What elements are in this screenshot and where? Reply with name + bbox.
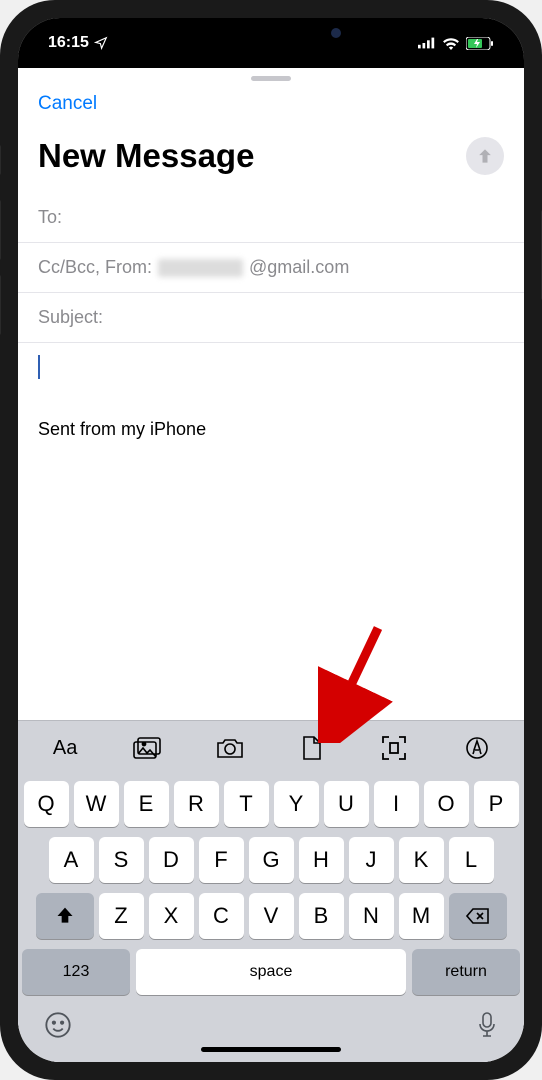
markup-button[interactable] [457, 733, 497, 763]
numbers-key[interactable]: 123 [22, 949, 130, 995]
key-m[interactable]: M [399, 893, 444, 939]
key-w[interactable]: W [74, 781, 119, 827]
cancel-button[interactable]: Cancel [38, 93, 97, 114]
status-bar: 16:15 [18, 18, 524, 68]
key-y[interactable]: Y [274, 781, 319, 827]
key-a[interactable]: A [49, 837, 94, 883]
key-g[interactable]: G [249, 837, 294, 883]
keyboard-row-3: ZXCVBNM [22, 893, 520, 939]
home-indicator[interactable] [201, 1047, 341, 1052]
key-p[interactable]: P [474, 781, 519, 827]
attach-document-button[interactable] [292, 733, 332, 763]
key-d[interactable]: D [149, 837, 194, 883]
cc-from-label: Cc/Bcc, From: [38, 257, 152, 278]
sheet-grabber[interactable] [251, 76, 291, 81]
emoji-button[interactable] [44, 1011, 72, 1039]
battery-charging-icon [466, 37, 494, 50]
location-arrow-icon [94, 36, 108, 50]
key-o[interactable]: O [424, 781, 469, 827]
text-cursor [38, 355, 40, 379]
subject-label: Subject: [38, 307, 103, 328]
key-t[interactable]: T [224, 781, 269, 827]
arrow-up-icon [475, 146, 495, 166]
text-format-button[interactable]: Aa [45, 733, 85, 763]
key-u[interactable]: U [324, 781, 369, 827]
from-redacted [158, 259, 243, 277]
key-e[interactable]: E [124, 781, 169, 827]
status-time: 16:15 [48, 34, 89, 52]
keyboard-row-1: QWERTYUIOP [22, 781, 520, 827]
key-c[interactable]: C [199, 893, 244, 939]
key-s[interactable]: S [99, 837, 144, 883]
wifi-icon [442, 37, 460, 50]
dictation-button[interactable] [476, 1011, 498, 1039]
key-z[interactable]: Z [99, 893, 144, 939]
format-toolbar: Aa [18, 720, 524, 775]
camera-button[interactable] [210, 733, 250, 763]
key-i[interactable]: I [374, 781, 419, 827]
return-key[interactable]: return [412, 949, 520, 995]
key-k[interactable]: K [399, 837, 444, 883]
signal-icon [418, 37, 436, 49]
shift-icon [55, 906, 75, 926]
message-body[interactable]: Sent from my iPhone [18, 343, 524, 720]
key-n[interactable]: N [349, 893, 394, 939]
key-j[interactable]: J [349, 837, 394, 883]
backspace-icon [466, 907, 490, 925]
key-v[interactable]: V [249, 893, 294, 939]
to-field[interactable]: To: [18, 193, 524, 243]
compose-sheet: Cancel New Message To: Cc/Bcc, From: @gm… [18, 68, 524, 1062]
scan-document-button[interactable] [374, 733, 414, 763]
key-l[interactable]: L [449, 837, 494, 883]
markup-icon [465, 736, 489, 760]
send-button[interactable] [466, 137, 504, 175]
backspace-key[interactable] [449, 893, 507, 939]
compose-title: New Message [38, 137, 254, 175]
key-b[interactable]: B [299, 893, 344, 939]
from-suffix: @gmail.com [249, 257, 349, 278]
camera-icon [216, 737, 244, 759]
to-label: To: [38, 207, 62, 228]
photo-library-icon [133, 737, 161, 759]
keyboard-row-2: ASDFGHJKL [22, 837, 520, 883]
document-icon [301, 735, 323, 761]
photo-library-button[interactable] [127, 733, 167, 763]
key-f[interactable]: F [199, 837, 244, 883]
keyboard: QWERTYUIOP ASDFGHJKL ZXCVBNM 123 space r… [18, 775, 524, 1062]
subject-field[interactable]: Subject: [18, 293, 524, 343]
key-r[interactable]: R [174, 781, 219, 827]
cc-from-field[interactable]: Cc/Bcc, From: @gmail.com [18, 243, 524, 293]
key-x[interactable]: X [149, 893, 194, 939]
shift-key[interactable] [36, 893, 94, 939]
key-q[interactable]: Q [24, 781, 69, 827]
signature-text: Sent from my iPhone [38, 419, 504, 440]
key-h[interactable]: H [299, 837, 344, 883]
scan-document-icon [381, 735, 407, 761]
space-key[interactable]: space [136, 949, 406, 995]
